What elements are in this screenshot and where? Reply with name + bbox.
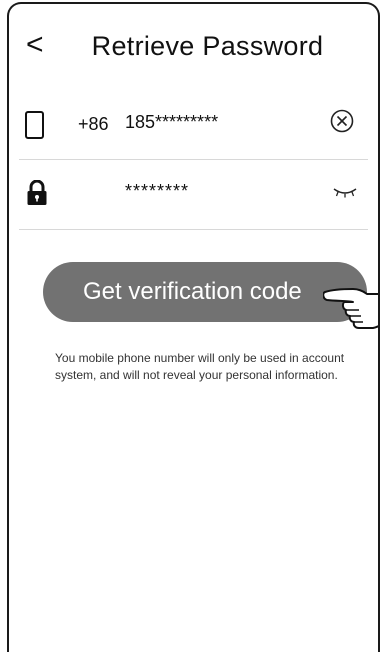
phone-number-input[interactable]: 185********* bbox=[125, 112, 305, 133]
privacy-notice: You mobile phone number will only be use… bbox=[55, 351, 345, 382]
clear-circle-x-icon[interactable] bbox=[330, 109, 354, 133]
phone-number-row[interactable]: +86 185********* bbox=[19, 89, 368, 160]
page-title: Retrieve Password bbox=[91, 31, 324, 61]
lock-icon bbox=[27, 180, 47, 205]
phone-screen: < Retrieve Password +86 185********* ***… bbox=[7, 2, 380, 652]
phone-icon bbox=[25, 111, 44, 139]
password-input[interactable]: ******** bbox=[125, 181, 305, 202]
password-row[interactable]: ******** bbox=[19, 159, 368, 230]
get-verification-code-button[interactable]: Get verification code bbox=[43, 262, 367, 322]
eye-closed-icon[interactable] bbox=[332, 185, 358, 199]
country-code[interactable]: +86 bbox=[78, 114, 109, 135]
header-bar: < Retrieve Password bbox=[9, 4, 378, 84]
tap-hand-icon bbox=[323, 288, 378, 329]
